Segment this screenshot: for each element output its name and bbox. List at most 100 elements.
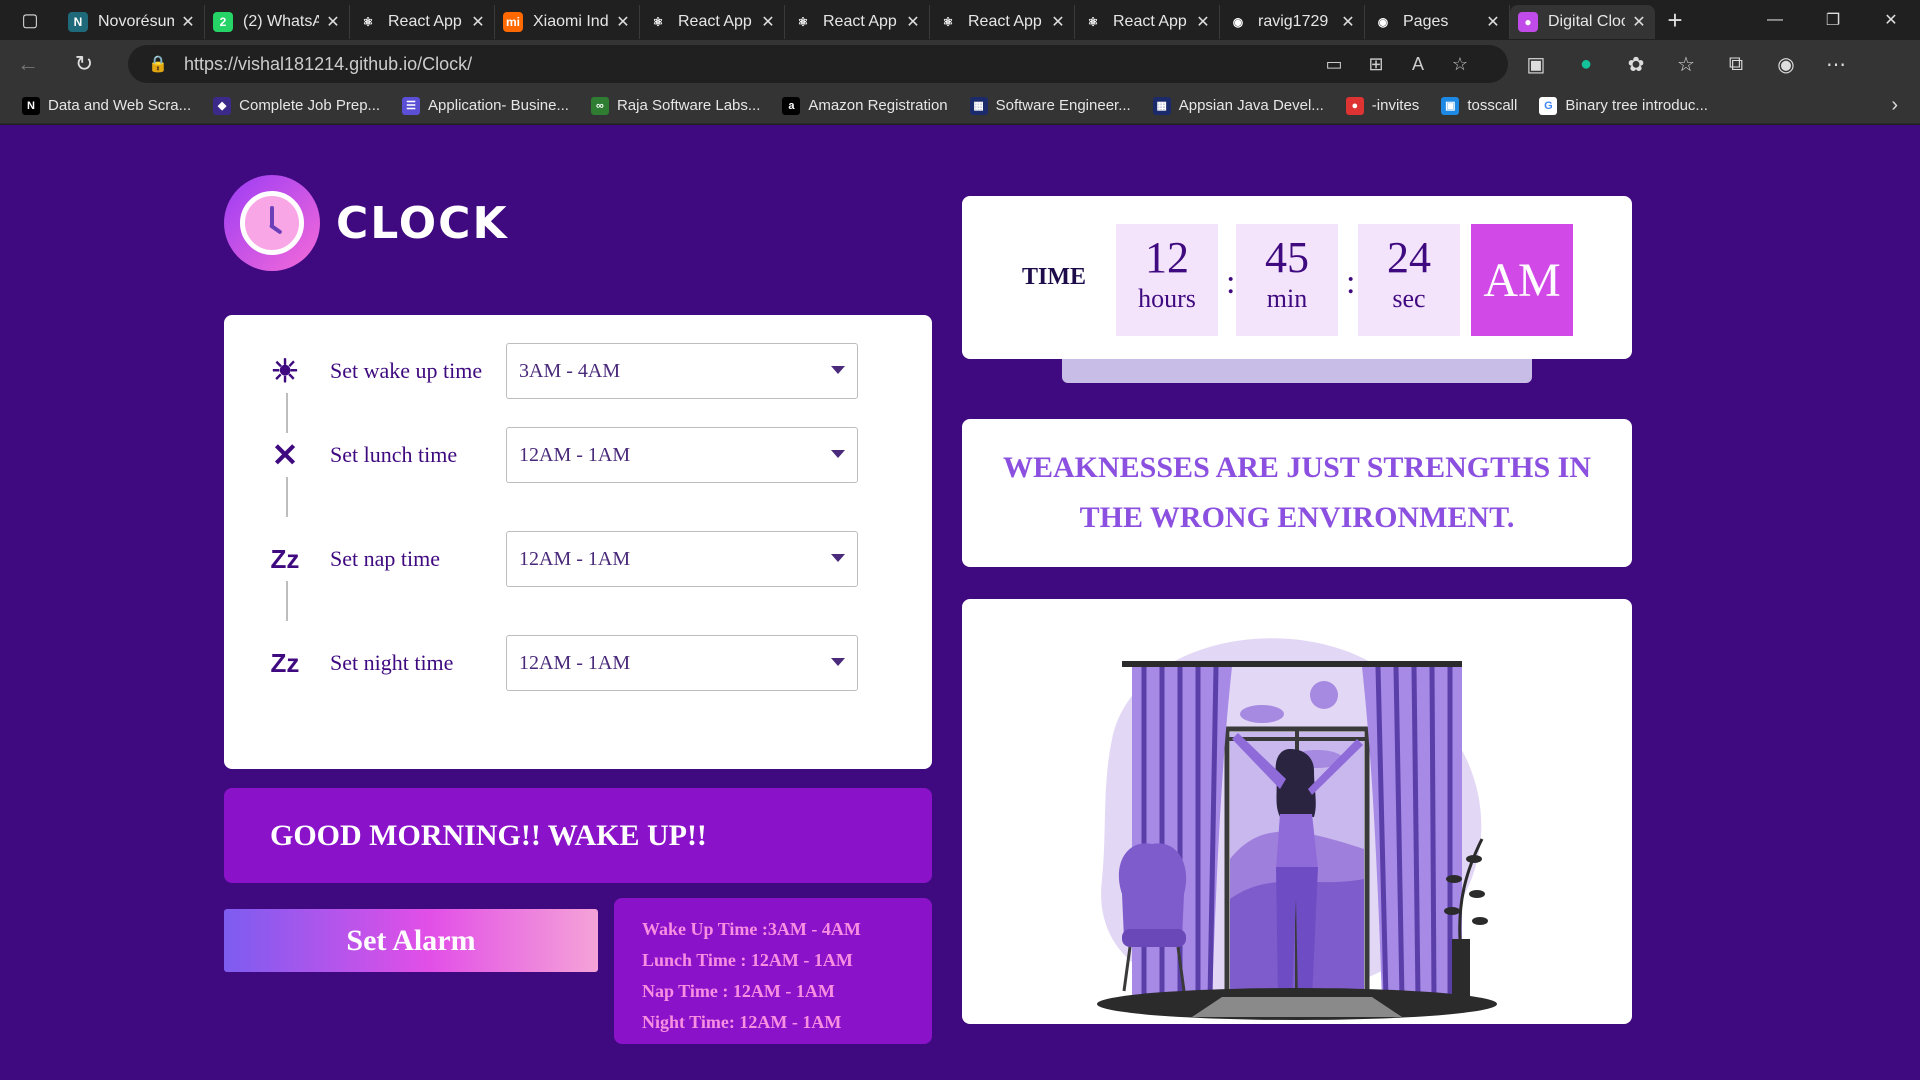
- tab-label: Digital Clock: [1548, 13, 1625, 30]
- bookmark-favicon-icon: ●: [1345, 96, 1364, 115]
- quote-text: WEAKNESSES ARE JUST STRENGTHS IN THE WRO…: [1003, 451, 1591, 534]
- extension-icons: ▣ ● ✿ ☆ ⧉ ◉ ⋯: [1520, 40, 1852, 88]
- extension-icon[interactable]: ▣: [1520, 48, 1552, 80]
- tab-close-icon[interactable]: ✕: [180, 12, 196, 32]
- tab-close-icon[interactable]: ✕: [1631, 12, 1647, 32]
- hours-unit: hours: [1138, 284, 1196, 313]
- minutes-box: 45 min: [1236, 224, 1338, 336]
- bookmark-label: Data and Web Scra...: [48, 97, 192, 114]
- browser-tab[interactable]: ⚛ React App ✕: [785, 5, 930, 39]
- tab-favicon-icon: ◉: [1373, 12, 1393, 32]
- tab-close-icon[interactable]: ✕: [1485, 12, 1501, 32]
- chevron-right-icon[interactable]: ›: [1891, 94, 1898, 117]
- browser-tab[interactable]: N Novorésumé ✕: [60, 5, 205, 39]
- bookmark-label: Binary tree introduc...: [1565, 97, 1708, 114]
- more-menu-icon[interactable]: ⋯: [1820, 48, 1852, 80]
- refresh-icon[interactable]: ↻: [56, 40, 112, 88]
- tab-label: React App: [388, 13, 462, 30]
- browser-tab[interactable]: 2 (2) WhatsApp ✕: [205, 5, 350, 39]
- bookmark-favicon-icon: ▦: [969, 96, 988, 115]
- tab-close-icon[interactable]: ✕: [325, 12, 341, 32]
- schedule-label: Set wake up time: [330, 358, 483, 383]
- schedule-row-nap: Zz Set nap time 12AM - 1AM: [264, 531, 858, 587]
- browser-tab[interactable]: ◉ ravig1729 ✕: [1220, 5, 1365, 39]
- bookmark-label: Complete Job Prep...: [239, 97, 381, 114]
- bookmark-item[interactable]: ∞ Raja Software Labs...: [590, 96, 761, 115]
- browser-tab-bar: ▢ NNovorésumé✕2(2) WhatsApp✕⚛React App✕m…: [0, 0, 1920, 40]
- set-alarm-button[interactable]: Set Alarm: [224, 909, 598, 972]
- browser-tab[interactable]: ⚛ React App ✕: [640, 5, 785, 39]
- url-field[interactable]: 🔒 https://vishal181214.github.io/Clock/: [128, 45, 1508, 83]
- tab-close-icon[interactable]: ✕: [1050, 12, 1066, 32]
- tab-close-icon[interactable]: ✕: [905, 12, 921, 32]
- bookmark-item[interactable]: ☰ Application- Busine...: [402, 96, 569, 115]
- schedule-label: Set nap time: [330, 546, 440, 571]
- bookmark-favicon-icon: N: [22, 96, 40, 115]
- tab-favicon-icon: 2: [213, 12, 233, 32]
- bookmark-item[interactable]: ● -invites: [1345, 96, 1419, 115]
- bookmark-item[interactable]: ▦ Software Engineer...: [969, 96, 1131, 115]
- sleep-icon: Zz: [270, 543, 300, 574]
- tab-close-icon[interactable]: ✕: [1195, 12, 1211, 32]
- tab-close-icon[interactable]: ✕: [470, 12, 486, 32]
- night-time-select[interactable]: 12AM - 1AM: [506, 635, 858, 691]
- close-window-icon[interactable]: ✕: [1862, 0, 1920, 40]
- tab-label: React App: [1113, 13, 1187, 30]
- tab-actions-icon[interactable]: ▢: [0, 0, 60, 40]
- extensions-puzzle-icon[interactable]: ✿: [1620, 48, 1652, 80]
- apps-icon[interactable]: ⊞: [1362, 54, 1390, 75]
- caret-down-icon: [831, 450, 845, 458]
- lunch-time-select[interactable]: 12AM - 1AM: [506, 427, 858, 483]
- app-available-icon[interactable]: ▭: [1320, 54, 1348, 75]
- bookmark-item[interactable]: G Binary tree introduc...: [1539, 96, 1708, 115]
- clock-logo-icon: [224, 175, 320, 271]
- new-tab-button[interactable]: +: [1655, 0, 1695, 40]
- bookmark-item[interactable]: ▣ tosscall: [1441, 96, 1517, 115]
- minimize-icon[interactable]: —: [1746, 0, 1804, 40]
- tab-label: ravig1729: [1258, 13, 1329, 30]
- browser-tab[interactable]: ● Digital Clock ✕: [1510, 5, 1655, 39]
- bookmark-item[interactable]: ▦ Appsian Java Devel...: [1152, 96, 1324, 115]
- tab-favicon-icon: N: [68, 12, 88, 32]
- url-text: https://vishal181214.github.io/Clock/: [184, 53, 473, 74]
- tab-favicon-icon: ⚛: [793, 12, 813, 32]
- clock-app-page: CLOCK ☀ Set wake up time 3AM - 4AM ✕ Set…: [0, 125, 1920, 1080]
- seconds-box: 24 sec: [1358, 224, 1460, 336]
- seconds-value: 24: [1387, 233, 1431, 282]
- read-aloud-icon[interactable]: A: [1404, 54, 1432, 75]
- bookmark-favicon-icon: G: [1539, 96, 1558, 115]
- favorite-add-icon[interactable]: ☆: [1446, 54, 1474, 75]
- wake-time-select[interactable]: 3AM - 4AM: [506, 343, 858, 399]
- greeting-message: GOOD MORNING!! WAKE UP!!: [224, 788, 932, 883]
- favorites-icon[interactable]: ☆: [1670, 48, 1702, 80]
- browser-tab[interactable]: mi Xiaomi India ✕: [495, 5, 640, 39]
- browser-tab[interactable]: ⚛ React App ✕: [350, 5, 495, 39]
- tab-favicon-icon: ⚛: [1083, 12, 1103, 32]
- nap-time-select[interactable]: 12AM - 1AM: [506, 531, 858, 587]
- tab-label: (2) WhatsApp: [243, 13, 319, 30]
- bookmark-item[interactable]: ◆ Complete Job Prep...: [213, 96, 381, 115]
- tab-favicon-icon: ●: [1518, 12, 1538, 32]
- browser-tab[interactable]: ⚛ React App ✕: [930, 5, 1075, 39]
- browser-tab[interactable]: ⚛ React App ✕: [1075, 5, 1220, 39]
- bookmark-item[interactable]: N Data and Web Scra...: [22, 96, 192, 115]
- tab-close-icon[interactable]: ✕: [760, 12, 776, 32]
- bookmark-label: Raja Software Labs...: [616, 97, 761, 114]
- bookmark-label: Application- Busine...: [428, 97, 569, 114]
- divider: [286, 477, 288, 517]
- schedule-row-lunch: ✕ Set lunch time 12AM - 1AM: [264, 427, 858, 483]
- back-icon[interactable]: ←: [0, 40, 56, 88]
- restore-icon[interactable]: ❐: [1804, 0, 1862, 40]
- tab-label: Novorésumé: [98, 13, 174, 30]
- bookmark-item[interactable]: a Amazon Registration: [782, 96, 948, 115]
- tab-close-icon[interactable]: ✕: [1340, 12, 1356, 32]
- profile-avatar-icon[interactable]: ◉: [1770, 48, 1802, 80]
- browser-tab[interactable]: ◉ Pages ✕: [1365, 5, 1510, 39]
- select-value: 12AM - 1AM: [519, 547, 631, 570]
- tab-close-icon[interactable]: ✕: [615, 12, 631, 32]
- grammarly-icon[interactable]: ●: [1570, 48, 1602, 80]
- collections-icon[interactable]: ⧉: [1720, 48, 1752, 80]
- time-card: TIME 12 hours : 45 min : 24 sec AM: [962, 196, 1632, 359]
- tab-label: Pages: [1403, 13, 1449, 30]
- minutes-unit: min: [1266, 284, 1308, 313]
